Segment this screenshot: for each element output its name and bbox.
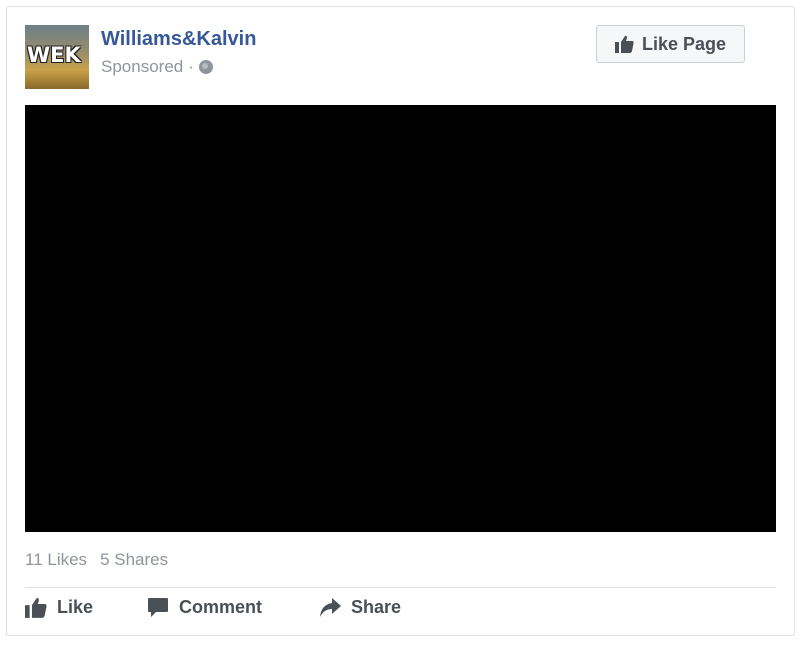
avatar-logo-text: WEK — [27, 43, 81, 67]
comment-button[interactable]: Comment — [147, 597, 319, 618]
divider — [25, 587, 776, 588]
comment-icon — [147, 597, 169, 618]
action-bar: Like Comment Share — [25, 597, 401, 618]
thumbs-up-icon — [614, 35, 634, 53]
post-meta: Williams&Kalvin Sponsored · — [101, 27, 256, 77]
sponsored-line: Sponsored · — [101, 57, 256, 77]
sponsored-post-card: WEK Williams&Kalvin Sponsored · Like Pag… — [6, 6, 795, 636]
share-button[interactable]: Share — [319, 597, 401, 618]
globe-icon[interactable] — [198, 60, 213, 74]
like-button[interactable]: Like — [25, 597, 147, 618]
share-arrow-icon — [319, 597, 341, 618]
video-player[interactable] — [25, 105, 776, 532]
likes-count[interactable]: 11 Likes — [25, 550, 87, 570]
like-label: Like — [57, 597, 94, 617]
like-page-button[interactable]: Like Page — [596, 25, 745, 63]
separator-dot: · — [188, 57, 194, 76]
thumbs-up-icon — [25, 597, 47, 618]
page-avatar[interactable]: WEK — [25, 25, 89, 89]
sponsored-label[interactable]: Sponsored — [101, 57, 183, 77]
post-header: WEK Williams&Kalvin Sponsored · — [25, 25, 256, 89]
shares-count[interactable]: 5 Shares — [100, 550, 168, 570]
like-page-label: Like Page — [641, 33, 727, 54]
engagement-stats: 11 Likes 5 Shares — [25, 550, 168, 570]
comment-label: Comment — [179, 597, 263, 617]
page-name-link[interactable]: Williams&Kalvin — [101, 27, 256, 51]
share-label: Share — [351, 597, 402, 617]
